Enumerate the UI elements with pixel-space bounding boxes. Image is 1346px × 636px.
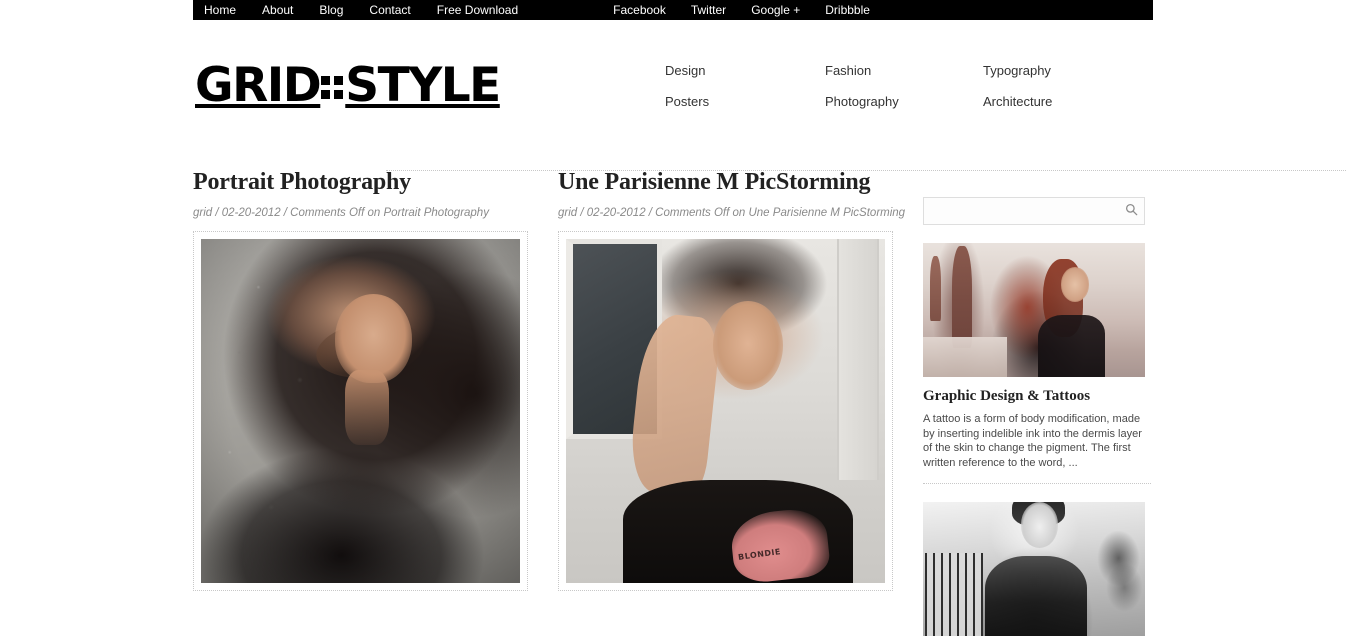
top-bar: Home About Blog Contact Free Download Fa… <box>193 0 1153 20</box>
widget-excerpt: A tattoo is a form of body modification,… <box>923 413 1142 469</box>
topbar-link-about[interactable]: About <box>262 0 293 20</box>
widget-title-link[interactable]: Graphic Design & Tattoos <box>923 388 1090 404</box>
social-link-dribbble[interactable]: Dribbble <box>825 0 870 20</box>
topbar-link-blog[interactable]: Blog <box>319 0 343 20</box>
post-title: Une Parisienne M PicStorming <box>558 168 903 196</box>
post-title-link[interactable]: Une Parisienne M PicStorming <box>558 169 871 195</box>
search-button[interactable] <box>1118 198 1144 224</box>
widget-thumbnail-image[interactable] <box>923 243 1145 377</box>
category-menu: Design Fashion Typography Posters Photog… <box>665 63 1085 110</box>
widget-title: Graphic Design & Tattoos <box>923 387 1153 405</box>
site-logo[interactable]: GRID STYLE <box>195 58 501 113</box>
top-bar-main-nav: Home About Blog Contact Free Download <box>204 0 544 20</box>
sidebar: Graphic Design & Tattoos A tattoo is a f… <box>923 168 1153 636</box>
post-title: Portrait Photography <box>193 168 538 196</box>
social-link-facebook[interactable]: Facebook <box>613 0 666 20</box>
site-header: GRID STYLE Design Fashion Typography Pos… <box>193 20 1346 171</box>
logo-separator-icon <box>321 75 344 99</box>
category-link-fashion[interactable]: Fashion <box>825 63 983 79</box>
social-link-google[interactable]: Google + <box>751 0 800 20</box>
topbar-link-free-download[interactable]: Free Download <box>437 0 518 20</box>
post-card: Une Parisienne M PicStorming grid / 02-2… <box>558 168 906 591</box>
post-thumbnail-image[interactable]: BLONDIE <box>566 239 885 583</box>
category-link-design[interactable]: Design <box>665 63 825 79</box>
logo-text-style: STYLE <box>345 58 501 113</box>
category-link-photography[interactable]: Photography <box>825 94 983 110</box>
main-content: Portrait Photography grid / 02-20-2012 /… <box>193 168 1153 636</box>
search-icon <box>1125 203 1138 219</box>
post-thumbnail-frame[interactable]: BLONDIE <box>558 231 893 591</box>
category-link-architecture[interactable]: Architecture <box>983 94 1085 110</box>
sidebar-widget <box>923 502 1153 636</box>
search-form <box>923 197 1145 225</box>
post-card: Portrait Photography grid / 02-20-2012 /… <box>193 168 538 591</box>
widget-divider <box>923 483 1151 484</box>
post-meta: grid / 02-20-2012 / Comments Off on Port… <box>193 207 489 219</box>
sidebar-widget: Graphic Design & Tattoos A tattoo is a f… <box>923 243 1153 484</box>
logo-text-grid: GRID <box>195 58 322 113</box>
category-link-typography[interactable]: Typography <box>983 63 1085 79</box>
social-link-twitter[interactable]: Twitter <box>691 0 726 20</box>
search-input[interactable] <box>932 198 1118 224</box>
post-thumbnail-image[interactable] <box>201 239 520 583</box>
category-link-posters[interactable]: Posters <box>665 94 825 110</box>
topbar-link-contact[interactable]: Contact <box>369 0 410 20</box>
widget-thumbnail-image[interactable] <box>923 502 1145 636</box>
post-meta: grid / 02-20-2012 / Comments Off on Une … <box>558 207 906 219</box>
top-bar-social-nav: Facebook Twitter Google + Dribbble <box>613 0 895 20</box>
topbar-link-home[interactable]: Home <box>204 0 236 20</box>
post-thumbnail-frame[interactable] <box>193 231 528 591</box>
post-title-link[interactable]: Portrait Photography <box>193 169 411 195</box>
